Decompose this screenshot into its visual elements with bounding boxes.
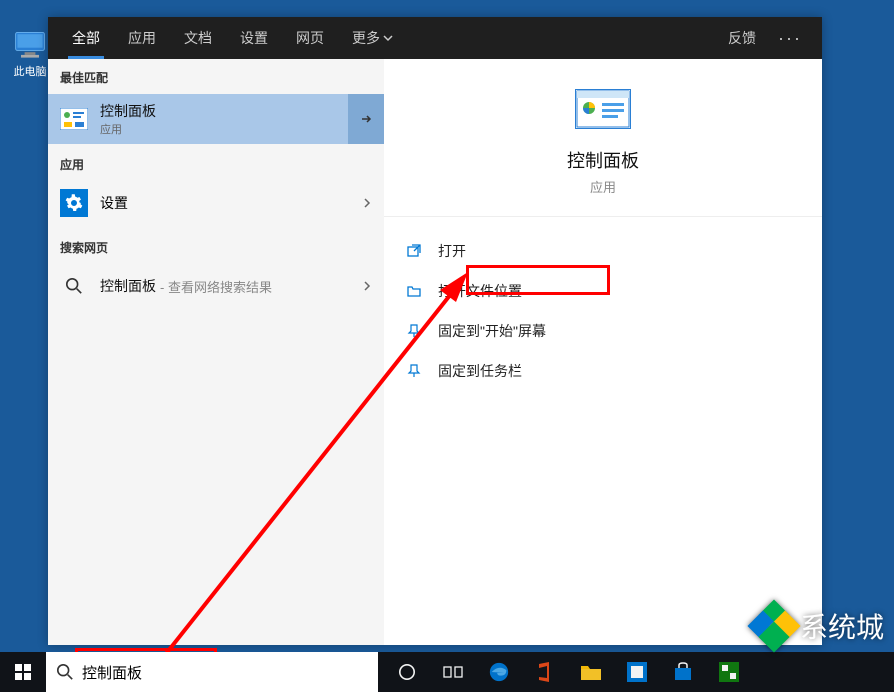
app-icon (627, 662, 647, 682)
app-icon (719, 662, 739, 682)
search-tabs-bar: 全部 应用 文档 设置 网页 更多 反馈 ··· (48, 17, 822, 59)
taskbar-app-2[interactable] (706, 652, 752, 692)
settings-label: 设置 (100, 193, 362, 213)
open-icon (404, 243, 424, 259)
desktop-icon-this-pc[interactable]: 此电脑 (10, 30, 50, 79)
action-pin-taskbar-label: 固定到任务栏 (438, 361, 522, 381)
action-pin-start-label: 固定到"开始"屏幕 (438, 321, 546, 341)
action-open-location-label: 打开文件位置 (438, 281, 522, 301)
taskbar-store[interactable] (660, 652, 706, 692)
result-title: 控制面板 (100, 101, 372, 121)
result-web-search[interactable]: 控制面板 - 查看网络搜索结果 (48, 262, 384, 310)
search-icon (60, 277, 88, 295)
action-open-label: 打开 (438, 241, 466, 261)
desktop-icon-label: 此电脑 (10, 63, 50, 79)
preview-title: 控制面板 (384, 147, 822, 173)
result-expand-button[interactable] (348, 94, 384, 144)
tab-settings[interactable]: 设置 (226, 17, 282, 59)
result-settings[interactable]: 设置 (48, 179, 384, 227)
result-control-panel[interactable]: 控制面板 应用 (48, 94, 384, 144)
tab-documents[interactable]: 文档 (170, 17, 226, 59)
taskbar-edge[interactable] (476, 652, 522, 692)
task-view-button[interactable] (430, 652, 476, 692)
preview-control-panel-icon (575, 89, 631, 129)
result-subtitle: 应用 (100, 121, 372, 137)
task-view-icon (443, 664, 463, 680)
more-options-button[interactable]: ··· (768, 28, 812, 49)
tab-apps[interactable]: 应用 (114, 17, 170, 59)
tab-all[interactable]: 全部 (58, 17, 114, 59)
folder-icon (404, 283, 424, 299)
folder-icon (580, 663, 602, 681)
action-open-location[interactable]: 打开文件位置 (384, 271, 822, 311)
chevron-right-icon (362, 279, 372, 293)
feedback-button[interactable]: 反馈 (716, 28, 768, 48)
watermark: 系统城 (750, 604, 884, 648)
arrow-right-icon (359, 112, 373, 126)
results-left-column: 最佳匹配 控制面板 应用 应用 设置 (48, 59, 384, 645)
preview-subtitle: 应用 (384, 177, 822, 196)
results-preview-column: 控制面板 应用 打开 打开文件位置 固定到"开始"屏幕 固定到 (384, 59, 822, 645)
pc-icon (12, 30, 48, 60)
taskbar-explorer[interactable] (568, 652, 614, 692)
pin-icon (404, 363, 424, 379)
tab-web[interactable]: 网页 (282, 17, 338, 59)
section-web: 搜索网页 (48, 227, 384, 262)
taskbar-app-1[interactable] (614, 652, 660, 692)
web-term: 控制面板 (100, 276, 156, 296)
windows-icon (15, 664, 31, 680)
cortana-icon (398, 663, 416, 681)
store-icon (673, 662, 693, 682)
cortana-button[interactable] (384, 652, 430, 692)
web-suffix: - 查看网络搜索结果 (160, 277, 272, 296)
tab-more-label: 更多 (352, 17, 380, 59)
taskbar (0, 652, 894, 692)
chevron-down-icon (383, 33, 393, 43)
control-panel-icon (60, 105, 88, 133)
search-results-panel: 全部 应用 文档 设置 网页 更多 反馈 ··· 最佳匹配 控制面板 应用 (48, 17, 822, 645)
watermark-text: 系统城 (800, 606, 884, 646)
start-button[interactable] (0, 652, 46, 692)
pin-icon (404, 323, 424, 339)
taskbar-search-input[interactable] (82, 664, 368, 681)
preview-actions: 打开 打开文件位置 固定到"开始"屏幕 固定到任务栏 (384, 217, 822, 405)
action-pin-taskbar[interactable]: 固定到任务栏 (384, 351, 822, 391)
search-icon (56, 663, 74, 681)
edge-icon (488, 661, 510, 683)
section-best-match: 最佳匹配 (48, 59, 384, 94)
action-pin-start[interactable]: 固定到"开始"屏幕 (384, 311, 822, 351)
taskbar-office[interactable] (522, 652, 568, 692)
settings-icon (60, 189, 88, 217)
tab-more[interactable]: 更多 (338, 17, 407, 59)
action-open[interactable]: 打开 (384, 231, 822, 271)
section-apps: 应用 (48, 144, 384, 179)
office-icon (535, 661, 555, 683)
taskbar-search-box[interactable] (46, 652, 378, 692)
chevron-right-icon (362, 196, 372, 210)
